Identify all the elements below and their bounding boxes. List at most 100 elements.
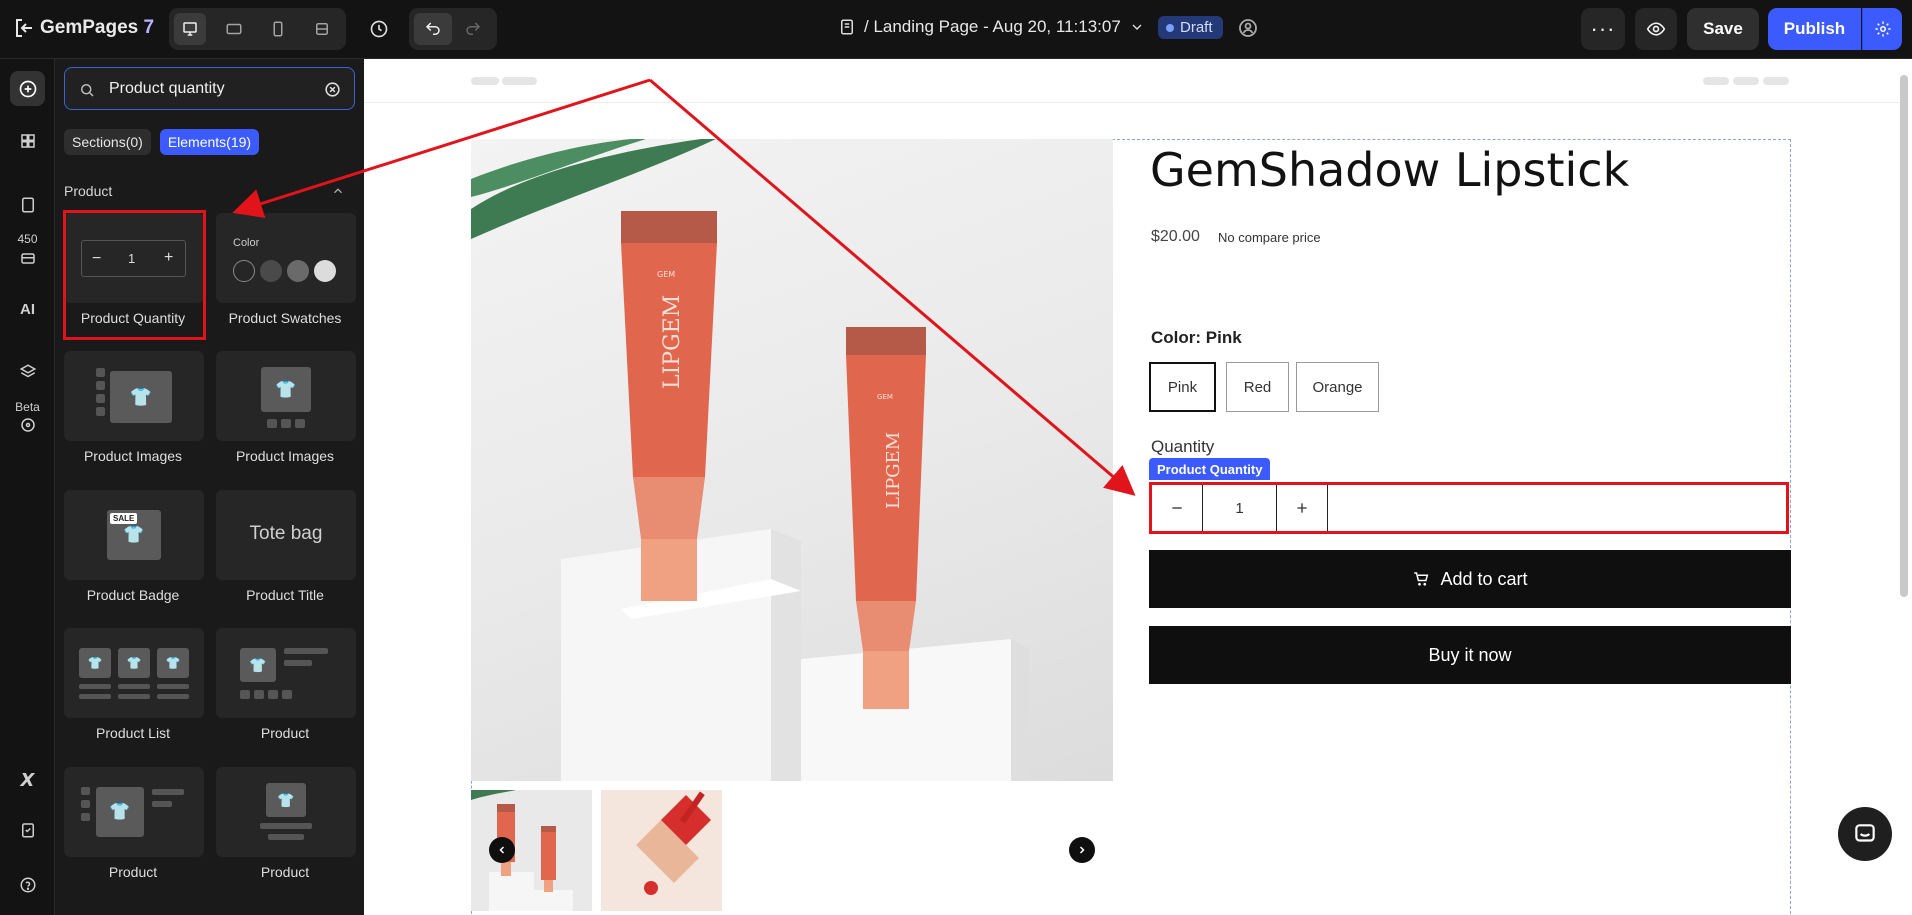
- tshirt-icon: 👕: [79, 648, 111, 678]
- element-card-product-title[interactable]: Tote bag: [216, 490, 356, 580]
- card-label: Product: [108, 864, 158, 880]
- header-divider: [364, 102, 1900, 103]
- element-card-product-badge[interactable]: 👕 SALE: [64, 490, 204, 580]
- save-button[interactable]: Save: [1687, 8, 1759, 50]
- canvas-scrollbar[interactable]: [1900, 75, 1908, 597]
- thumbnail-next-button[interactable]: [1069, 837, 1095, 863]
- gear-icon: [1875, 21, 1890, 37]
- undo-icon[interactable]: [414, 13, 452, 45]
- add-element-icon[interactable]: [10, 71, 45, 106]
- exit-icon[interactable]: [12, 16, 38, 42]
- compare-price[interactable]: No compare price: [1218, 230, 1321, 245]
- header-placeholder: [1763, 77, 1789, 85]
- minus-icon: [1172, 507, 1182, 509]
- preview-button[interactable]: [1635, 8, 1677, 50]
- templates-icon[interactable]: [10, 239, 45, 274]
- element-card-product-3[interactable]: 👕: [216, 767, 356, 857]
- swatch-circle: [260, 260, 282, 282]
- add-to-cart-button[interactable]: Add to cart: [1149, 550, 1791, 608]
- x-integration-icon[interactable]: 𝙓: [10, 763, 45, 798]
- ai-icon[interactable]: AI: [10, 292, 45, 327]
- element-card-product-list[interactable]: 👕 👕 👕: [64, 628, 204, 718]
- publish-settings-button[interactable]: [1862, 8, 1902, 50]
- thumbnail-2[interactable]: [601, 790, 722, 911]
- publish-button[interactable]: Publish: [1768, 8, 1861, 50]
- status-badge: Draft: [1158, 16, 1223, 39]
- chevron-up-icon: [334, 188, 342, 194]
- chat-support-button[interactable]: [1838, 807, 1892, 861]
- product-title[interactable]: GemShadow Lipstick: [1150, 143, 1629, 197]
- element-card-product-2[interactable]: 👕: [64, 767, 204, 857]
- search-input[interactable]: [109, 77, 319, 101]
- eye-icon: [1646, 22, 1666, 36]
- tshirt-icon: 👕: [240, 648, 276, 682]
- search-icon: [81, 84, 94, 97]
- quantity-increase-button[interactable]: [1277, 485, 1328, 531]
- tube-logo-text: GEM: [657, 270, 675, 279]
- sale-badge-preview: SALE: [110, 513, 138, 524]
- thumbnail-prev-button[interactable]: [489, 837, 515, 863]
- svg-text:GEM: GEM: [877, 393, 893, 401]
- card-label: Product Swatches: [228, 310, 342, 326]
- help-icon[interactable]: [10, 867, 45, 902]
- buy-now-button[interactable]: Buy it now: [1149, 626, 1791, 684]
- element-card-product-swatches[interactable]: Color: [216, 213, 356, 303]
- chevron-left-icon: [499, 846, 505, 854]
- add-to-cart-label: Add to cart: [1440, 568, 1528, 589]
- page-selector[interactable]: / Landing Page - Aug 20, 11:13:07: [838, 17, 1145, 37]
- swatch-pink[interactable]: Pink: [1149, 362, 1216, 412]
- product-section-header[interactable]: Product: [64, 183, 355, 199]
- product-price[interactable]: $20.00: [1151, 228, 1200, 246]
- tube-brand-text: LIPGEM: [660, 295, 685, 389]
- lipstick-photo: LIPGEM GEM LIPGEM GEM: [471, 139, 1029, 781]
- element-card-product[interactable]: 👕: [216, 628, 356, 718]
- product-main-image[interactable]: LIPGEM GEM LIPGEM GEM: [471, 139, 1113, 781]
- tshirt-icon: 👕: [118, 648, 150, 678]
- logo-text: GemPages: [40, 17, 139, 38]
- card-label: Product Title: [246, 587, 324, 603]
- swatch-circle: [314, 260, 336, 282]
- tablet-landscape-icon[interactable]: [218, 13, 250, 45]
- search-result-highlight: [63, 210, 206, 340]
- mobile-icon[interactable]: [262, 13, 294, 45]
- desktop-icon[interactable]: [174, 13, 206, 45]
- clear-search-icon[interactable]: [323, 80, 342, 99]
- panel-tabs: Sections(0) Elements(19): [64, 129, 260, 155]
- app-logo[interactable]: GemPages 7: [40, 17, 154, 39]
- quantity-label: Quantity: [1151, 437, 1215, 456]
- history-icon[interactable]: [364, 14, 394, 44]
- card-label: Product Images: [235, 448, 335, 464]
- pages-icon[interactable]: [10, 187, 45, 222]
- search-box: [64, 67, 355, 110]
- collaborators-icon[interactable]: [1236, 16, 1262, 42]
- card-label: Product: [260, 864, 310, 880]
- card-label: Product Badge: [86, 587, 180, 603]
- swatch-orange[interactable]: Orange: [1296, 362, 1379, 412]
- device-switcher: [169, 8, 346, 50]
- custom-size-icon[interactable]: [306, 13, 338, 45]
- quantity-input[interactable]: 1: [1203, 485, 1277, 531]
- quantity-decrease-button[interactable]: [1152, 485, 1203, 531]
- redo-icon[interactable]: [454, 13, 492, 45]
- top-bar: GemPages 7 / Landing Page - Aug 20, 11:1…: [0, 0, 1912, 59]
- element-card-product-images-2[interactable]: 👕: [216, 351, 356, 441]
- tshirt-icon: 👕: [157, 648, 189, 678]
- layers-icon[interactable]: [10, 354, 45, 389]
- element-card-product-images[interactable]: 👕: [64, 351, 204, 441]
- title-preview: Tote bag: [249, 523, 323, 544]
- quantity-stepper: 1: [1149, 482, 1789, 534]
- checklist-icon[interactable]: [10, 812, 45, 847]
- tshirt-icon: 👕: [110, 371, 172, 423]
- tab-sections[interactable]: Sections(0): [64, 129, 151, 155]
- sections-icon[interactable]: [10, 123, 45, 158]
- swatch-red[interactable]: Red: [1226, 362, 1289, 412]
- tab-elements[interactable]: Elements(19): [159, 129, 260, 155]
- logo-version: 7: [143, 17, 155, 38]
- swatch-preview-label: Color: [233, 237, 260, 249]
- card-label: Product Images: [83, 448, 183, 464]
- selected-element-tag[interactable]: Product Quantity: [1149, 458, 1271, 480]
- more-options-button[interactable]: ···: [1581, 8, 1625, 50]
- page-title: / Landing Page - Aug 20, 11:13:07: [864, 17, 1121, 36]
- settings-beta-icon[interactable]: [10, 407, 45, 442]
- card-label: Product List: [96, 725, 170, 741]
